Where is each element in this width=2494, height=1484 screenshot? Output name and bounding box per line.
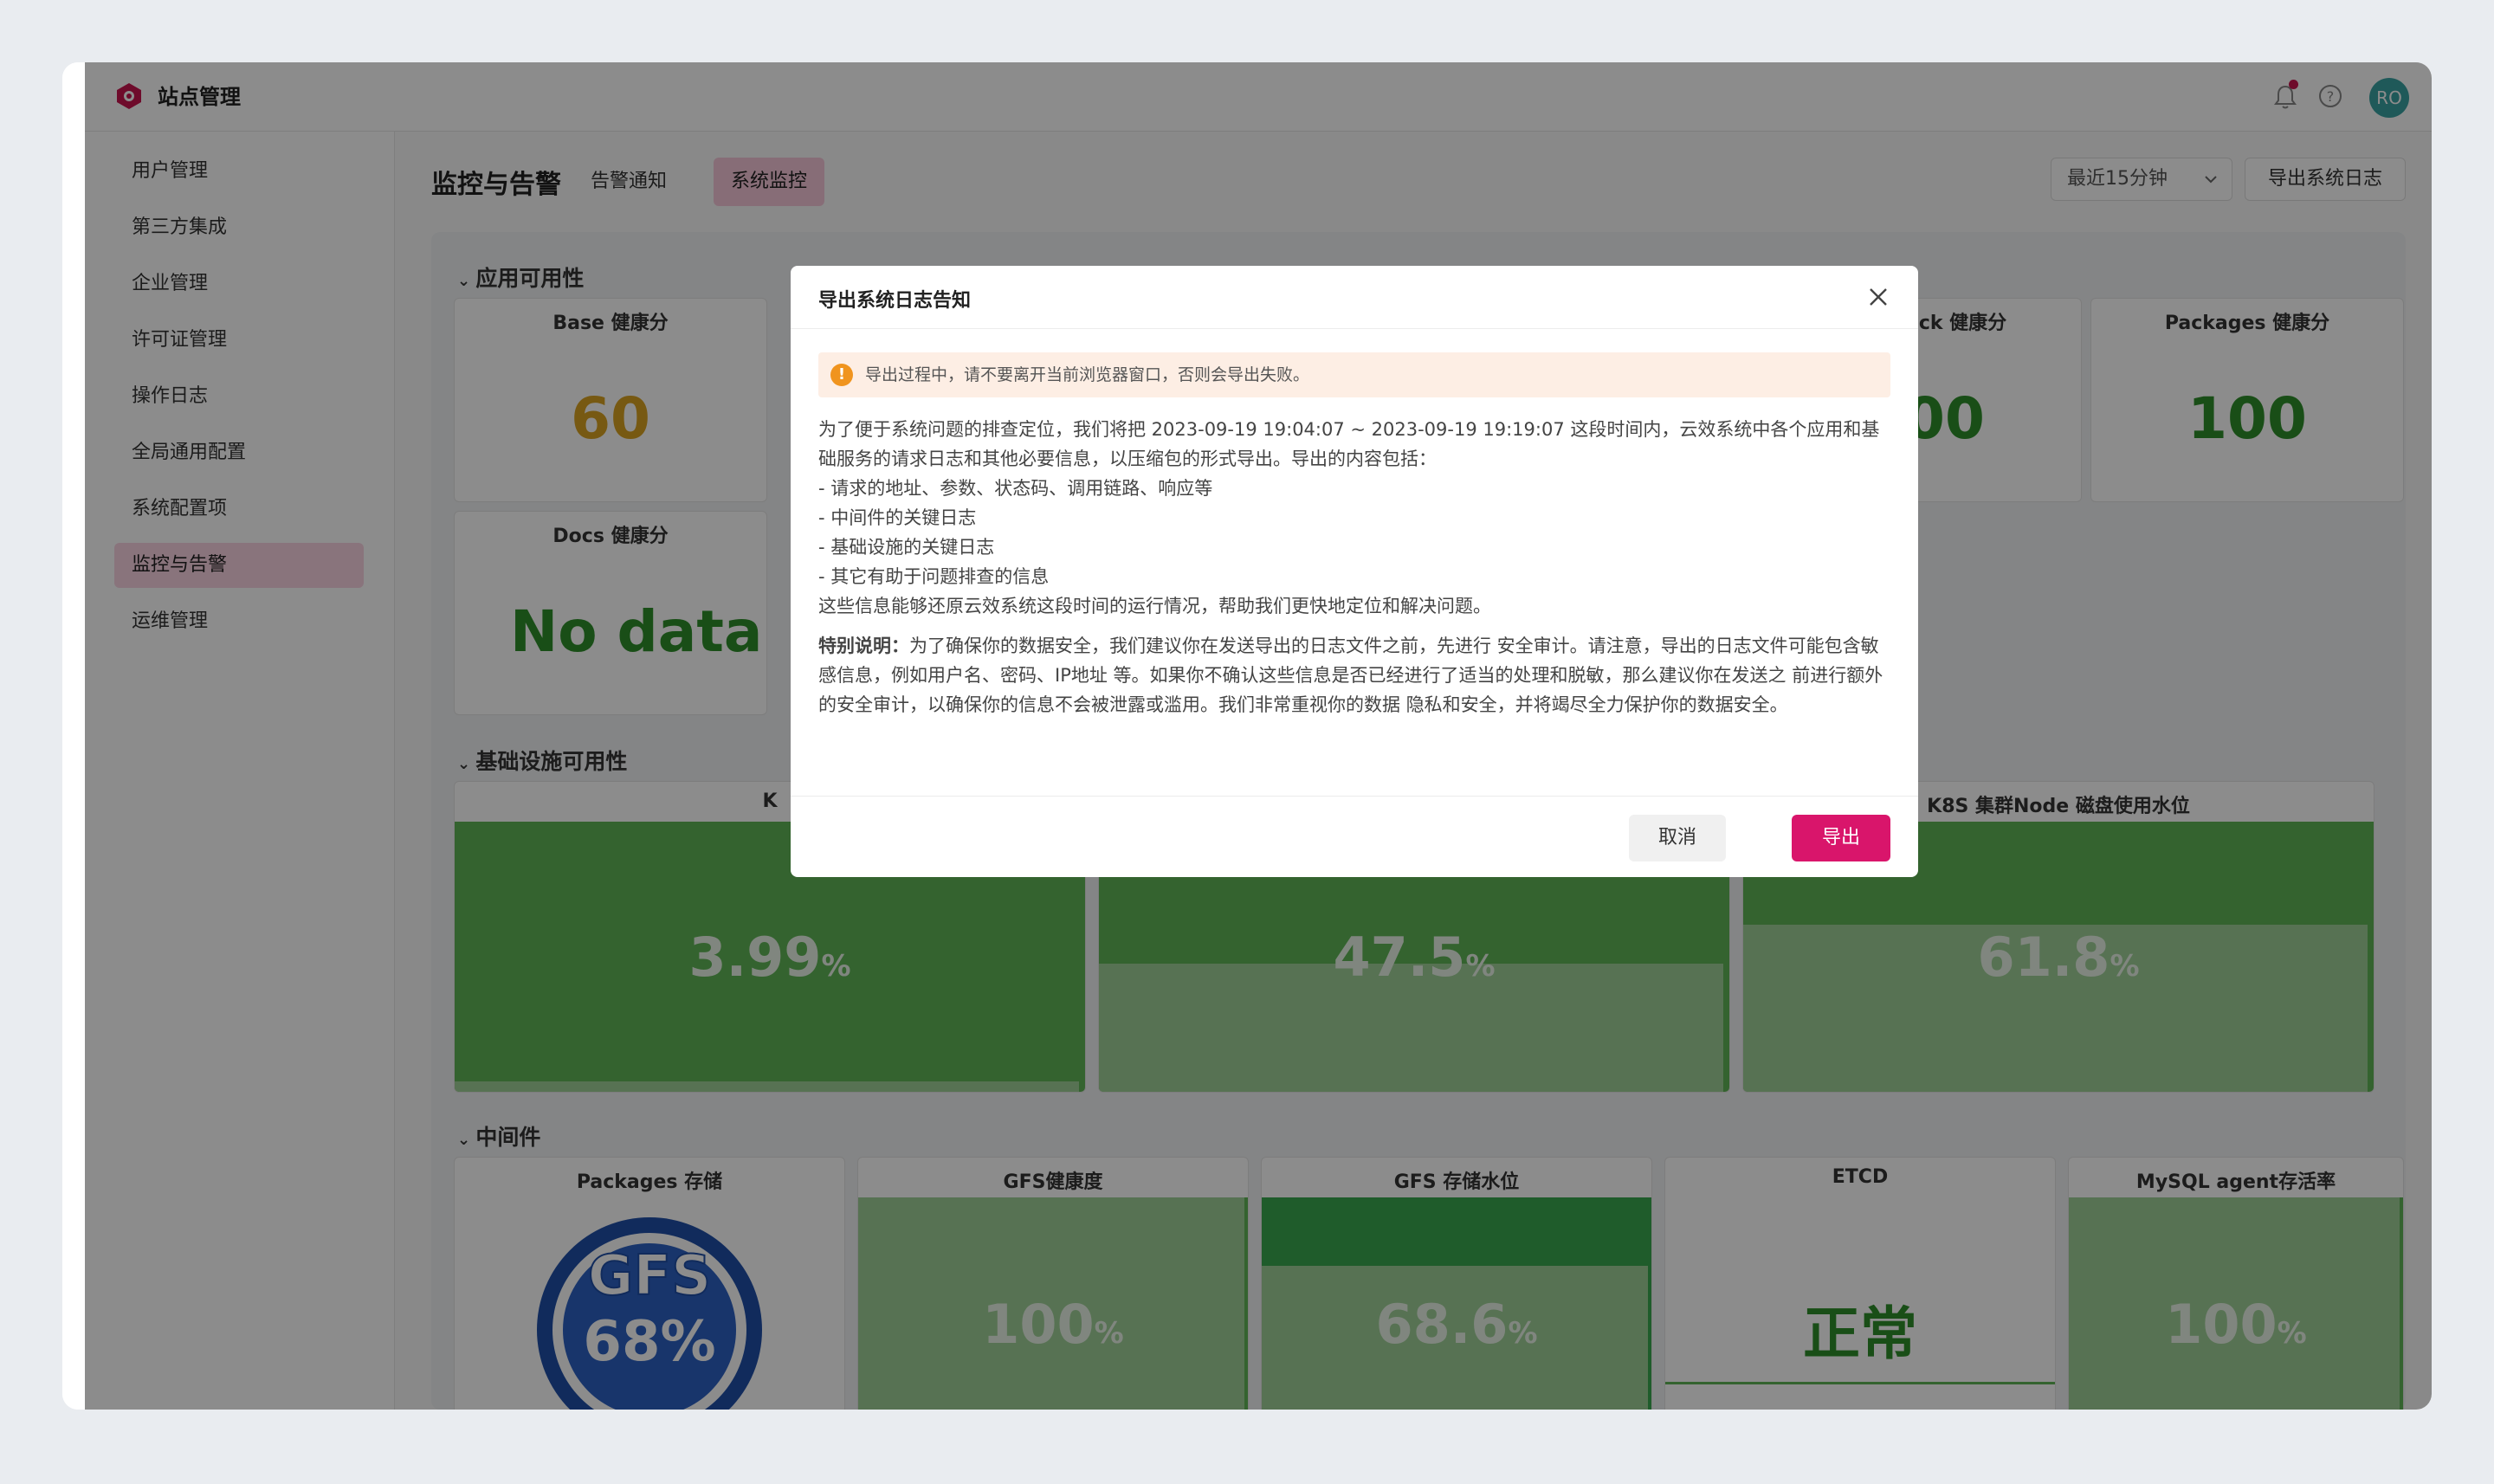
note-text: 为了确保你的数据安全，我们建议你在发送导出的日志文件之前，先进行 安全审计。请注… (818, 636, 1883, 715)
dialog-body: 为了便于系统问题的排查定位，我们将把 2023-09-19 19:04:07 ~… (818, 415, 1890, 719)
intro-text: 为了便于系统问题的排查定位，我们将把 2023-09-19 19:04:07 ~… (818, 419, 1880, 469)
divider (791, 328, 1918, 329)
list-item: - 其它有助于问题排查的信息 (818, 566, 1050, 587)
app-window: 站点管理 ? RO 用户管理 第三方集成 企业管理 许可证管理 操作日志 全局通… (62, 62, 2432, 1410)
export-button[interactable]: 导出 (1792, 815, 1890, 861)
window-edge (62, 62, 85, 1410)
close-icon[interactable] (1866, 285, 1890, 309)
list-item: - 请求的地址、参数、状态码、调用链路、响应等 (818, 478, 1213, 499)
warning-alert: ! 导出过程中，请不要离开当前浏览器窗口，否则会导出失败。 (818, 352, 1890, 397)
warning-icon: ! (830, 364, 853, 386)
divider (791, 796, 1918, 797)
cancel-button[interactable]: 取消 (1629, 815, 1726, 861)
app-root: 站点管理 ? RO 用户管理 第三方集成 企业管理 许可证管理 操作日志 全局通… (85, 62, 2432, 1410)
list-item: - 中间件的关键日志 (818, 507, 977, 528)
dialog-title: 导出系统日志告知 (818, 290, 972, 312)
warning-text: 导出过程中，请不要离开当前浏览器窗口，否则会导出失败。 (865, 365, 1310, 384)
note-label: 特别说明： (818, 636, 909, 656)
export-log-dialog: 导出系统日志告知 ! 导出过程中，请不要离开当前浏览器窗口，否则会导出失败。 为… (791, 266, 1918, 877)
list-item: - 基础设施的关键日志 (818, 537, 995, 558)
note-paragraph: 特别说明：为了确保你的数据安全，我们建议你在发送导出的日志文件之前，先进行 安全… (818, 631, 1890, 719)
summary-text: 这些信息能够还原云效系统这段时间的运行情况，帮助我们更快地定位和解决问题。 (818, 596, 1491, 616)
